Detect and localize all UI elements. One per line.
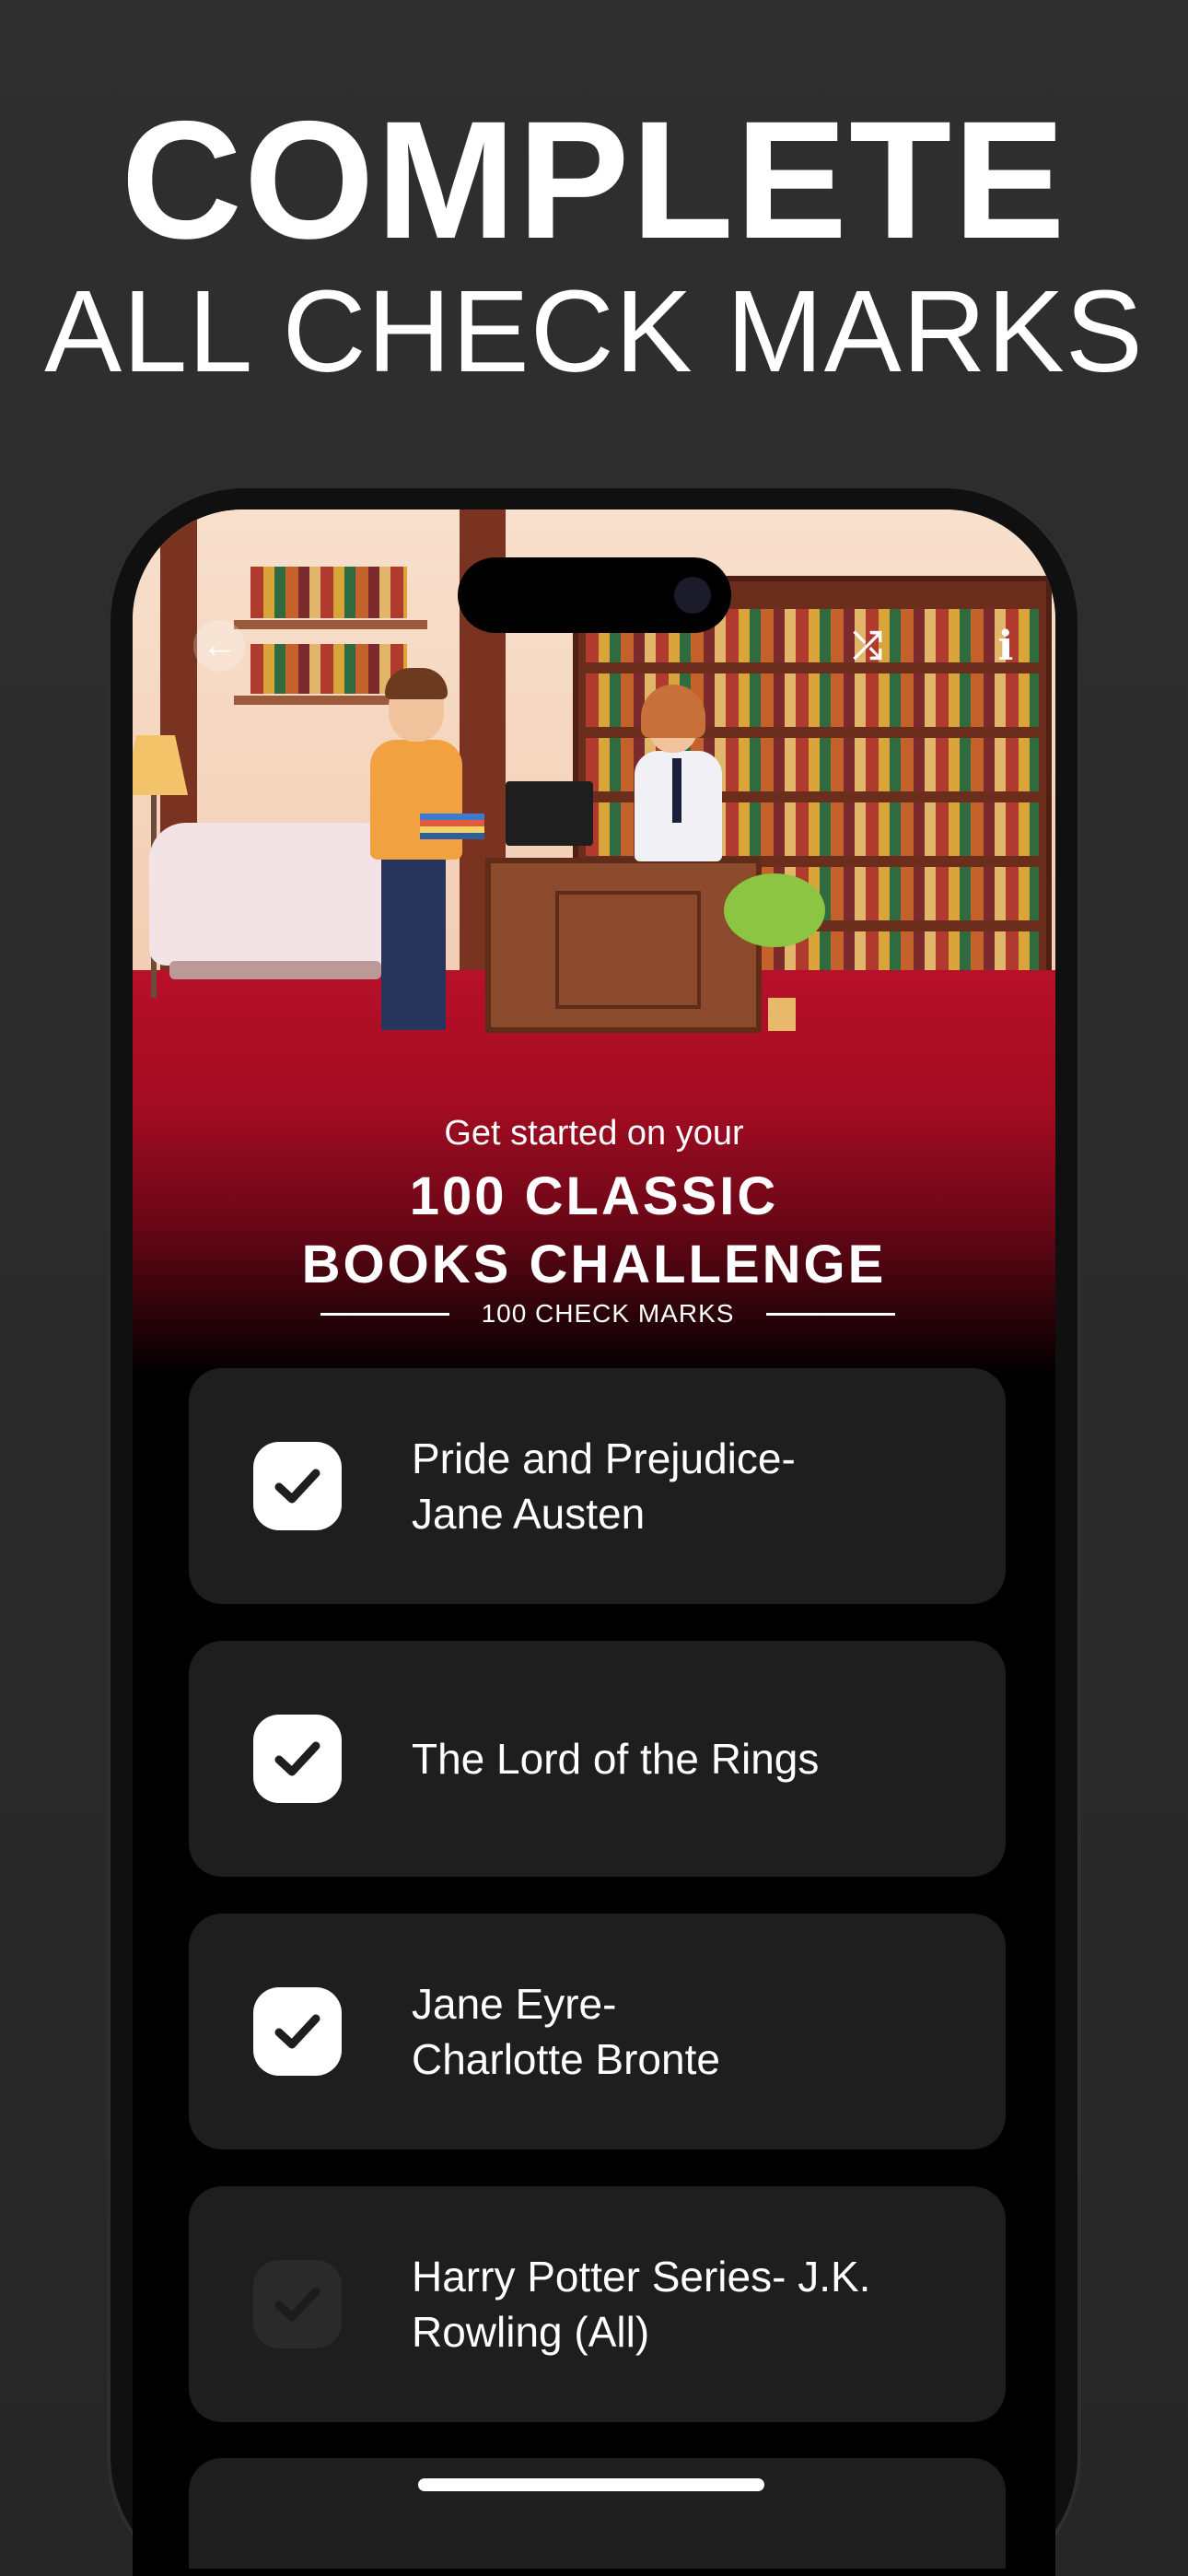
check-mark-count-label: 100 CHECK MARKS — [481, 1299, 735, 1328]
wall-books — [250, 567, 407, 618]
desk — [485, 858, 762, 1033]
man-figure-legs — [381, 855, 446, 1030]
plant-pot — [768, 998, 796, 1031]
checkmark-icon — [274, 2014, 320, 2049]
list-item-partial[interactable] — [189, 2458, 1006, 2569]
checkbox-checked[interactable] — [253, 1442, 342, 1530]
book-title: Pride and Prejudice- Jane Austen — [412, 1434, 796, 1538]
checkmark-icon — [274, 1469, 320, 1504]
front-camera — [674, 577, 711, 614]
dynamic-island — [458, 557, 731, 633]
back-arrow-icon[interactable]: ← — [193, 620, 245, 672]
list-item[interactable]: The Lord of the Rings — [189, 1641, 1006, 1877]
book-title: Jane Eyre- Charlotte Bronte — [412, 1980, 720, 2083]
wall-books — [250, 644, 407, 694]
divider-line — [320, 1312, 449, 1316]
woman-figure-tie — [672, 758, 681, 823]
promo-headline-line1: COMPLETE — [121, 86, 1067, 274]
potted-plant — [724, 873, 825, 947]
sofa — [149, 823, 398, 966]
challenge-intro: Get started on your — [444, 1114, 744, 1153]
sofa-base — [169, 961, 381, 979]
book-title: Harry Potter Series- J.K. Rowling (All) — [412, 2253, 871, 2356]
divider-line — [766, 1312, 895, 1316]
checkbox-unchecked[interactable] — [253, 2260, 342, 2348]
desk-panel — [555, 891, 701, 1009]
checkmark-icon — [274, 1741, 320, 1776]
book-title: The Lord of the Rings — [412, 1735, 820, 1783]
info-icon[interactable]: i — [980, 620, 1031, 672]
list-item[interactable]: Jane Eyre- Charlotte Bronte — [189, 1914, 1006, 2149]
books-stack — [420, 814, 484, 839]
checkbox-checked[interactable] — [253, 1987, 342, 2076]
promo-headline-line2: ALL CHECK MARKS — [44, 266, 1144, 396]
wall-shelf — [234, 620, 427, 629]
list-item[interactable]: Pride and Prejudice- Jane Austen — [189, 1368, 1006, 1604]
challenge-title: 100 CLASSIC BOOKS CHALLENGE — [301, 1166, 887, 1294]
list-item[interactable]: Harry Potter Series- J.K. Rowling (All) — [189, 2186, 1006, 2422]
check-mark-count: 100 CHECK MARKS — [320, 1297, 895, 1330]
checkmark-icon — [274, 2287, 320, 2322]
man-figure-body — [370, 740, 462, 860]
computer-monitor — [506, 781, 593, 846]
checkbox-checked[interactable] — [253, 1715, 342, 1803]
shuffle-icon[interactable]: ⤮ — [842, 620, 893, 672]
home-indicator[interactable] — [418, 2478, 764, 2491]
